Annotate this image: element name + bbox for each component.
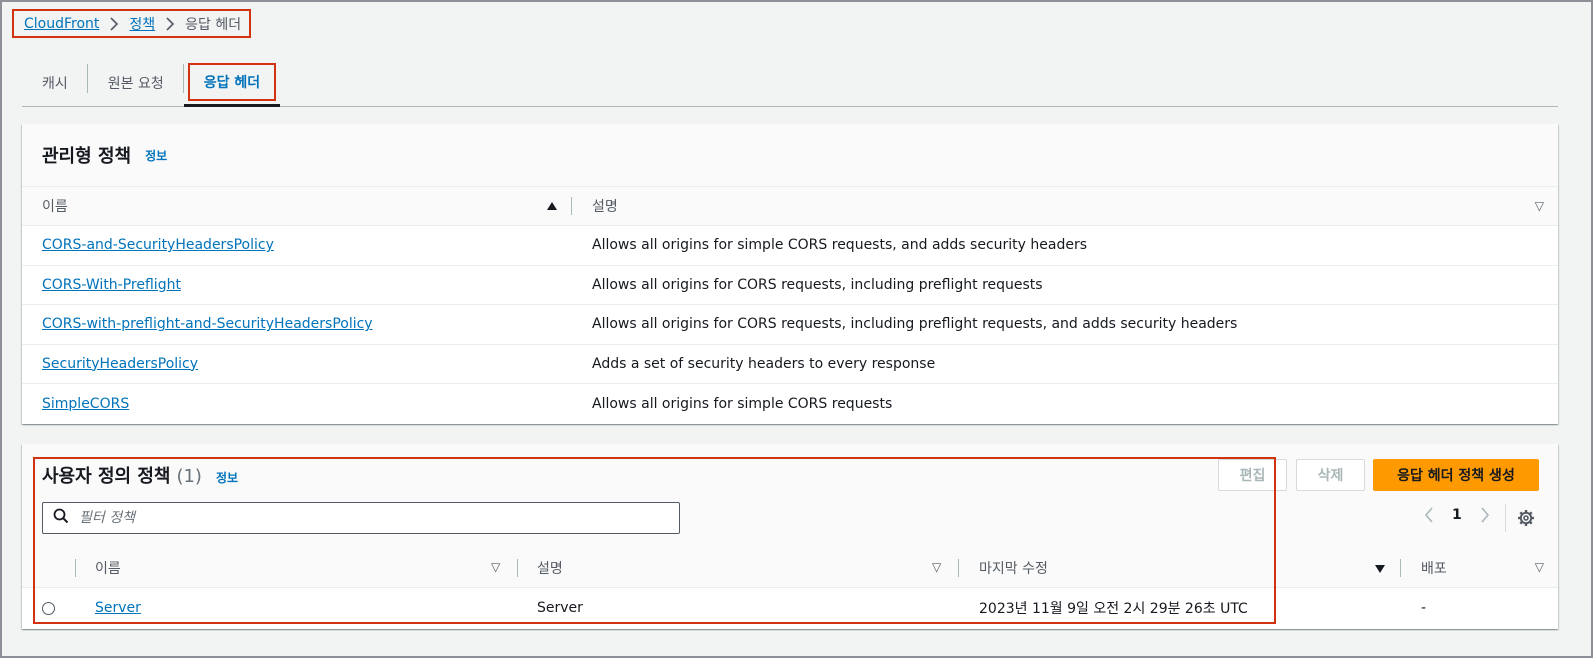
managed-table-header: 이름 설명 ▽ bbox=[22, 187, 1558, 226]
custom-policies-table: 이름 ▽ 설명 ▽ 마지막 수정 배포 ▽ Server Server 2023… bbox=[22, 549, 1558, 628]
tab-label: 캐시 bbox=[42, 76, 68, 92]
policy-link[interactable]: Server bbox=[95, 600, 141, 616]
sort-icon[interactable]: ▽ bbox=[932, 560, 941, 574]
table-row: CORS-With-Preflight Allows all origins f… bbox=[22, 266, 1558, 305]
sort-icon[interactable]: ▽ bbox=[491, 560, 500, 574]
button-label: 응답 헤더 정책 생성 bbox=[1397, 468, 1515, 484]
column-header-distributions[interactable]: 배포 bbox=[1421, 549, 1447, 587]
button-label: 삭제 bbox=[1317, 468, 1344, 484]
managed-info-link[interactable]: 정보 bbox=[145, 147, 167, 164]
column-label: 이름 bbox=[42, 199, 68, 215]
column-label: 배포 bbox=[1421, 561, 1447, 577]
column-label: 설명 bbox=[537, 561, 563, 577]
column-divider[interactable] bbox=[517, 559, 518, 577]
chevron-left-icon[interactable] bbox=[1424, 507, 1434, 523]
policy-link[interactable]: CORS-and-SecurityHeadersPolicy bbox=[42, 237, 274, 253]
column-header-description[interactable]: 설명 bbox=[592, 187, 618, 225]
column-divider[interactable] bbox=[1400, 559, 1401, 577]
table-row: Server Server 2023년 11월 9일 오전 2시 29분 26초… bbox=[22, 588, 1558, 628]
custom-policies-panel: 사용자 정의 정책 (1) 정보 편집 삭제 응답 헤더 정책 생성 1 bbox=[22, 444, 1558, 629]
tab-label: 응답 헤더 bbox=[187, 63, 277, 101]
create-policy-button[interactable]: 응답 헤더 정책 생성 bbox=[1373, 459, 1539, 491]
custom-info-link[interactable]: 정보 bbox=[216, 469, 238, 486]
pager-divider bbox=[1505, 504, 1506, 532]
policy-link[interactable]: CORS-with-preflight-and-SecurityHeadersP… bbox=[42, 316, 373, 332]
sort-ascending-icon[interactable] bbox=[547, 202, 557, 210]
sort-icon[interactable]: ▽ bbox=[1535, 199, 1544, 213]
filter-input[interactable] bbox=[79, 510, 639, 526]
tab-response-headers[interactable]: 응답 헤더 bbox=[183, 60, 281, 107]
tab-cache[interactable]: 캐시 bbox=[22, 60, 88, 106]
chevron-right-icon[interactable] bbox=[1480, 507, 1490, 523]
column-header-name[interactable]: 이름 bbox=[42, 187, 562, 225]
distributions-value: - bbox=[1421, 600, 1427, 616]
column-divider bbox=[75, 559, 76, 577]
column-label: 설명 bbox=[592, 199, 618, 215]
policy-description: Allows all origins for CORS requests, in… bbox=[592, 316, 1238, 333]
delete-button[interactable]: 삭제 bbox=[1296, 459, 1365, 491]
table-row: SimpleCORS Allows all origins for simple… bbox=[22, 384, 1558, 424]
search-icon bbox=[53, 508, 69, 528]
tab-origin-request[interactable]: 원본 요청 bbox=[88, 60, 184, 106]
policy-description: Allows all origins for CORS requests, in… bbox=[592, 276, 1043, 293]
breadcrumb-cloudfront[interactable]: CloudFront bbox=[24, 16, 99, 32]
chevron-right-icon bbox=[165, 16, 175, 31]
edit-button[interactable]: 편집 bbox=[1218, 459, 1287, 491]
page-number[interactable]: 1 bbox=[1452, 507, 1462, 523]
sort-icon[interactable]: ▽ bbox=[1535, 560, 1544, 574]
policy-tabs: 캐시 원본 요청 응답 헤더 bbox=[22, 60, 1558, 107]
sort-descending-icon[interactable] bbox=[1375, 565, 1385, 573]
policy-description: Server bbox=[537, 600, 583, 616]
table-row: SecurityHeadersPolicy Adds a set of secu… bbox=[22, 345, 1558, 384]
custom-policies-count: (1) bbox=[176, 466, 202, 487]
column-label: 마지막 수정 bbox=[979, 561, 1048, 577]
column-header-last-modified[interactable]: 마지막 수정 bbox=[979, 549, 1048, 587]
policy-link[interactable]: SimpleCORS bbox=[42, 396, 129, 412]
policy-description: Adds a set of security headers to every … bbox=[592, 355, 936, 372]
managed-policies-title: 관리형 정책 bbox=[42, 146, 132, 167]
policy-link[interactable]: SecurityHeadersPolicy bbox=[42, 356, 198, 372]
pagination: 1 bbox=[1424, 507, 1490, 523]
column-divider[interactable] bbox=[958, 559, 959, 577]
column-divider[interactable] bbox=[571, 197, 572, 215]
gear-icon[interactable] bbox=[1517, 509, 1535, 531]
custom-policies-heading: 사용자 정의 정책 (1) 정보 bbox=[42, 462, 238, 488]
policy-link[interactable]: CORS-With-Preflight bbox=[42, 277, 181, 293]
last-modified-value: 2023년 11월 9일 오전 2시 29분 26초 UTC bbox=[979, 601, 1248, 617]
column-header-description[interactable]: 설명 bbox=[537, 549, 563, 587]
breadcrumb: CloudFront 정책 응답 헤더 bbox=[12, 9, 252, 38]
column-label: 이름 bbox=[95, 561, 121, 577]
managed-table-body: CORS-and-SecurityHeadersPolicy Allows al… bbox=[22, 226, 1558, 424]
column-header-name[interactable]: 이름 bbox=[95, 549, 121, 587]
breadcrumb-policies[interactable]: 정책 bbox=[129, 14, 155, 34]
button-label: 편집 bbox=[1239, 468, 1266, 484]
row-select-radio[interactable] bbox=[42, 601, 55, 615]
table-row: CORS-with-preflight-and-SecurityHeadersP… bbox=[22, 305, 1558, 345]
custom-table-header: 이름 ▽ 설명 ▽ 마지막 수정 배포 ▽ bbox=[22, 549, 1558, 588]
breadcrumb-current: 응답 헤더 bbox=[185, 16, 242, 33]
policy-description: Allows all origins for simple CORS reque… bbox=[592, 395, 893, 412]
policy-description: Allows all origins for simple CORS reque… bbox=[592, 237, 1088, 254]
custom-policies-title: 사용자 정의 정책 bbox=[42, 466, 171, 487]
chevron-right-icon bbox=[109, 16, 119, 31]
tab-label: 원본 요청 bbox=[107, 76, 164, 92]
filter-search bbox=[42, 502, 680, 534]
table-row: CORS-and-SecurityHeadersPolicy Allows al… bbox=[22, 226, 1558, 266]
managed-policies-header: 관리형 정책 정보 bbox=[22, 124, 1558, 187]
managed-policies-panel: 관리형 정책 정보 이름 설명 ▽ CORS-and-SecurityHeade… bbox=[22, 124, 1558, 424]
